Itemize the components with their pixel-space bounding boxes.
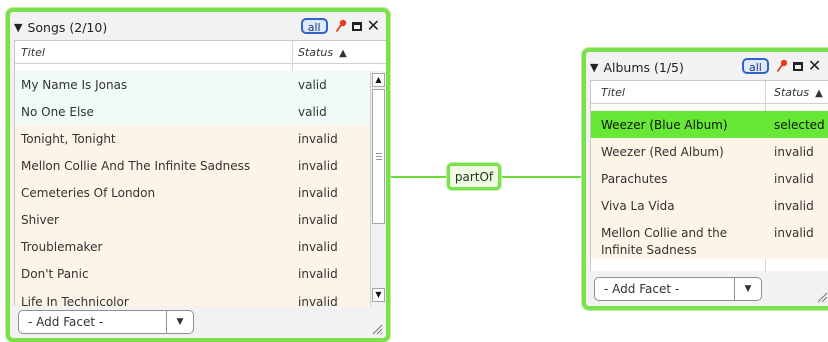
songs-scrollbar[interactable]: ▲ ▼ (370, 71, 386, 306)
add-facet-label: - Add Facet - (28, 315, 104, 329)
relation-label: partOf (454, 169, 494, 184)
add-facet-select[interactable]: - Add Facet - ▼ (18, 310, 194, 334)
row-title: Life In Technicolor (21, 295, 129, 306)
column-header-status-label: Status (774, 86, 810, 99)
scroll-thumb[interactable] (372, 89, 385, 224)
table-row[interactable]: Troublemaker invalid (15, 233, 370, 260)
songs-table-header: Titel Status ▲ (15, 41, 386, 64)
table-row[interactable]: Tonight, Tonight invalid (15, 125, 370, 152)
row-status: invalid (774, 171, 814, 186)
row-status: invalid (298, 131, 338, 146)
column-header-title[interactable]: Titel (21, 46, 45, 59)
close-icon[interactable]: ✕ (367, 18, 380, 34)
sort-ascending-icon: ▲ (339, 48, 347, 59)
collapse-triangle-icon[interactable]: ▼ (590, 61, 598, 74)
resize-grip-icon[interactable] (816, 291, 828, 303)
albums-panel-title: Albums (1/5) (603, 59, 684, 75)
row-status: invalid (774, 198, 814, 213)
table-row[interactable]: No One Else valid (15, 98, 370, 125)
row-status: invalid (774, 144, 814, 159)
maximize-icon[interactable] (351, 21, 362, 31)
add-facet-select[interactable]: - Add Facet - ▼ (594, 277, 762, 301)
dropdown-arrow-icon[interactable]: ▼ (166, 311, 193, 333)
table-row[interactable]: Life In Technicolor invalid (15, 287, 370, 306)
row-title: Shiver (21, 212, 59, 227)
pin-icon[interactable] (776, 59, 788, 73)
sort-ascending-icon: ▲ (815, 88, 823, 99)
scroll-down-icon[interactable]: ▼ (372, 288, 385, 302)
connector-line-left (390, 176, 447, 178)
row-status: selected (774, 117, 825, 132)
row-title: Viva La Vida (601, 198, 675, 213)
column-header-status[interactable]: Status ▲ (774, 86, 823, 99)
row-title-line2: Infinite Sadness (601, 243, 697, 257)
close-icon[interactable]: ✕ (808, 58, 821, 74)
songs-panel: ▼ Songs (2/10) all ✕ Titel Status ▲ My Na… (6, 8, 390, 342)
pin-icon[interactable] (335, 19, 347, 33)
table-row[interactable]: My Name Is Jonas valid (15, 71, 370, 98)
all-button[interactable]: all (300, 18, 328, 34)
row-status: invalid (298, 185, 338, 200)
collapse-triangle-icon[interactable]: ▼ (14, 21, 22, 34)
column-header-status[interactable]: Status ▲ (298, 46, 347, 59)
songs-table: Titel Status ▲ My Name Is Jonas valid No O… (14, 40, 386, 306)
row-title: My Name Is Jonas (21, 77, 128, 92)
albums-table-header: Titel Status ▲ (591, 81, 828, 104)
row-title: Mellon Collie And The Infinite Sadness (21, 158, 251, 173)
connector-line-right (501, 176, 582, 178)
table-row[interactable]: Parachutes invalid (591, 165, 828, 192)
row-title: No One Else (21, 104, 94, 119)
table-row[interactable]: Viva La Vida invalid (591, 192, 828, 219)
table-row[interactable]: Mellon Collie And The Infinite Sadness in… (15, 152, 370, 179)
row-title-line1: Mellon Collie and the (601, 226, 728, 240)
resize-grip-icon[interactable] (371, 323, 383, 335)
row-title: Cemeteries Of London (21, 185, 156, 200)
table-row-selected[interactable]: Weezer (Blue Album) selected (591, 111, 828, 138)
row-status: invalid (774, 226, 814, 240)
albums-panel: ▼ Albums (1/5) all ✕ Titel Status ▲ Weeze… (582, 48, 828, 310)
table-row[interactable]: Mellon Collie and the Infinite Sadness in… (591, 219, 828, 259)
row-status: invalid (298, 158, 338, 173)
row-status: invalid (298, 266, 338, 281)
table-row[interactable]: Cemeteries Of London invalid (15, 179, 370, 206)
row-title: Troublemaker (21, 239, 103, 254)
dropdown-arrow-icon[interactable]: ▼ (734, 278, 761, 300)
add-facet-label: - Add Facet - (604, 282, 680, 296)
row-title: Parachutes (601, 171, 668, 186)
row-title: Weezer (Blue Album) (601, 117, 728, 132)
maximize-icon[interactable] (792, 61, 803, 71)
relation-node[interactable]: partOf (447, 163, 501, 190)
row-title: Don't Panic (21, 266, 89, 281)
scroll-up-icon[interactable]: ▲ (372, 73, 385, 87)
row-status: valid (298, 77, 327, 92)
table-row[interactable]: Weezer (Red Album) invalid (591, 138, 828, 165)
row-title: Mellon Collie and the Infinite Sadness (601, 225, 727, 259)
column-header-status-label: Status (298, 46, 334, 59)
column-header-title[interactable]: Titel (601, 86, 625, 99)
row-status: valid (298, 104, 327, 119)
songs-panel-title: Songs (2/10) (27, 19, 108, 35)
albums-table: Titel Status ▲ Weezer (Blue Album) selecte… (590, 80, 828, 271)
table-row[interactable]: Don't Panic invalid (15, 260, 370, 287)
all-button[interactable]: all (742, 58, 769, 74)
row-status: invalid (298, 212, 338, 227)
table-row[interactable]: Shiver invalid (15, 206, 370, 233)
albums-panel-controls: all ✕ (742, 58, 821, 74)
row-status: invalid (298, 239, 338, 254)
row-title: Tonight, Tonight (21, 131, 116, 146)
songs-panel-controls: all ✕ (300, 18, 380, 34)
row-title: Weezer (Red Album) (601, 144, 724, 159)
row-status: invalid (298, 295, 338, 306)
